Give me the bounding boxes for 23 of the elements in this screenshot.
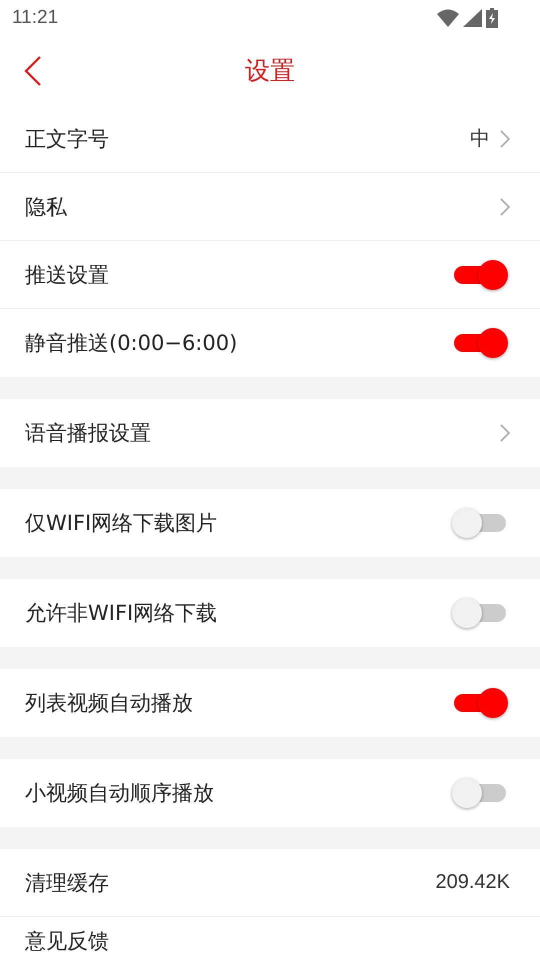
- setting-label[interactable]: 正文字号: [25, 124, 470, 152]
- toggle-switch[interactable]: [454, 508, 506, 538]
- value-text: 中: [470, 127, 490, 152]
- status-time: 11:21: [12, 7, 58, 29]
- page-title: 设置: [245, 55, 295, 87]
- toggle-switch[interactable]: [454, 688, 506, 718]
- toggle-switch[interactable]: [454, 778, 506, 808]
- setting-label[interactable]: 静音推送(0:00−6:00): [25, 329, 454, 357]
- chevron-icon: [500, 424, 510, 442]
- chevron-icon: [500, 130, 510, 148]
- wifi-icon: [437, 9, 459, 27]
- back-icon[interactable]: [24, 56, 42, 86]
- setting-label[interactable]: 意见反馈: [25, 927, 510, 955]
- cache-size-text: 209.42K: [435, 871, 510, 894]
- setting-label[interactable]: 推送设置: [25, 260, 454, 288]
- setting-label[interactable]: 清理缓存: [25, 868, 436, 896]
- chevron-icon: [500, 198, 510, 216]
- setting-label[interactable]: 隐私: [25, 192, 500, 220]
- toggle-switch[interactable]: [454, 598, 506, 628]
- battery-icon: [486, 8, 498, 28]
- signal-icon: [463, 9, 482, 27]
- toggle-switch[interactable]: [454, 328, 506, 358]
- toggle-switch[interactable]: [454, 260, 506, 290]
